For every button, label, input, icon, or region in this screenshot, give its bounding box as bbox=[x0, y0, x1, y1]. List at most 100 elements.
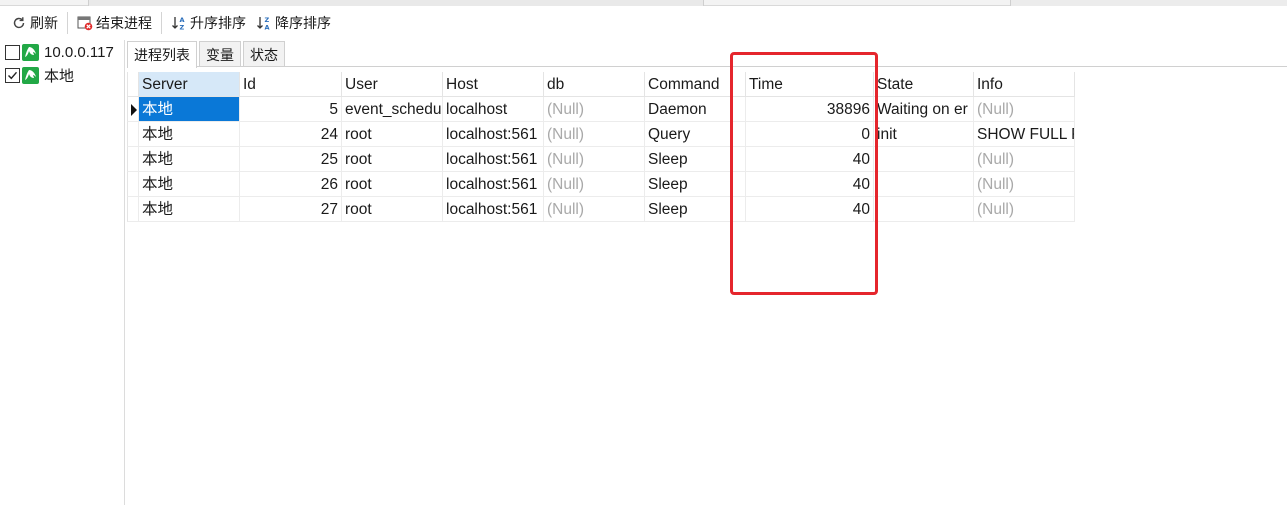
refresh-label: 刷新 bbox=[30, 15, 58, 31]
cell-command[interactable]: Daemon bbox=[645, 97, 746, 122]
kill-process-label: 结束进程 bbox=[96, 15, 152, 31]
cell-state[interactable] bbox=[874, 147, 974, 172]
refresh-button[interactable]: 刷新 bbox=[6, 10, 63, 36]
cell-time[interactable]: 40 bbox=[746, 172, 874, 197]
cell-state[interactable] bbox=[874, 197, 974, 222]
row-indicator-header bbox=[127, 72, 139, 97]
mysql-server-icon bbox=[22, 43, 39, 61]
cell-server[interactable]: 本地 bbox=[139, 172, 240, 197]
table-row[interactable]: 本地 25 root localhost:561 (Null) Sleep 40… bbox=[127, 147, 1075, 172]
kill-process-button[interactable]: 结束进程 bbox=[72, 10, 157, 36]
cell-command[interactable]: Query bbox=[645, 122, 746, 147]
server-tree-panel: 10.0.0.117 本地 bbox=[0, 40, 125, 505]
cell-info[interactable]: (Null) bbox=[974, 172, 1075, 197]
cell-info[interactable]: (Null) bbox=[974, 97, 1075, 122]
current-row-arrow-icon bbox=[131, 104, 137, 116]
toolbar-separator bbox=[67, 12, 68, 34]
kill-process-icon bbox=[77, 15, 93, 31]
cell-host[interactable]: localhost:561 bbox=[443, 122, 544, 147]
cell-state[interactable] bbox=[874, 172, 974, 197]
tree-item-server-1[interactable]: 10.0.0.117 bbox=[5, 41, 114, 63]
grid-header: Server Id User Host db Command Time Stat… bbox=[127, 72, 1075, 97]
table-row[interactable]: 本地 26 root localhost:561 (Null) Sleep 40… bbox=[127, 172, 1075, 197]
tree-item-label: 10.0.0.117 bbox=[44, 43, 114, 61]
cell-user[interactable]: root bbox=[342, 122, 443, 147]
sort-ascending-label: 升序排序 bbox=[190, 15, 246, 31]
mysql-server-icon bbox=[22, 66, 39, 84]
column-header-info[interactable]: Info bbox=[974, 72, 1075, 97]
cell-info[interactable]: SHOW FULL P bbox=[974, 122, 1075, 147]
cell-id[interactable]: 5 bbox=[240, 97, 342, 122]
cell-command[interactable]: Sleep bbox=[645, 172, 746, 197]
table-row[interactable]: 本地 27 root localhost:561 (Null) Sleep 40… bbox=[127, 197, 1075, 222]
cell-user[interactable]: root bbox=[342, 197, 443, 222]
cell-server[interactable]: 本地 bbox=[139, 197, 240, 222]
cell-db[interactable]: (Null) bbox=[544, 172, 645, 197]
cell-server[interactable]: 本地 bbox=[139, 122, 240, 147]
cell-user[interactable]: root bbox=[342, 147, 443, 172]
toolbar: 刷新 结束进程 AZ 升序排序 ZA 降序排序 bbox=[0, 6, 1287, 40]
svg-text:A: A bbox=[265, 24, 270, 32]
row-indicator bbox=[127, 122, 139, 147]
cell-command[interactable]: Sleep bbox=[645, 197, 746, 222]
cell-time[interactable]: 0 bbox=[746, 122, 874, 147]
column-header-server[interactable]: Server bbox=[139, 72, 240, 97]
tab-status[interactable]: 状态 bbox=[243, 41, 285, 67]
cell-server[interactable]: 本地 bbox=[139, 97, 240, 122]
cell-host[interactable]: localhost:561 bbox=[443, 197, 544, 222]
table-row[interactable]: 本地 24 root localhost:561 (Null) Query 0 … bbox=[127, 122, 1075, 147]
cell-db[interactable]: (Null) bbox=[544, 122, 645, 147]
column-header-id[interactable]: Id bbox=[240, 72, 342, 97]
process-grid: Server Id User Host db Command Time Stat… bbox=[127, 72, 1075, 222]
cell-host[interactable]: localhost:561 bbox=[443, 147, 544, 172]
sort-ascending-icon: AZ bbox=[171, 15, 187, 31]
cell-time[interactable]: 40 bbox=[746, 197, 874, 222]
sort-ascending-button[interactable]: AZ 升序排序 bbox=[166, 10, 251, 36]
check-icon bbox=[8, 71, 18, 79]
cell-host[interactable]: localhost:561 bbox=[443, 172, 544, 197]
cell-db[interactable]: (Null) bbox=[544, 197, 645, 222]
cell-user[interactable]: event_schedu bbox=[342, 97, 443, 122]
column-header-command[interactable]: Command bbox=[645, 72, 746, 97]
tab-divider bbox=[127, 66, 1287, 67]
table-row[interactable]: 本地 5 event_schedu localhost (Null) Daemo… bbox=[127, 97, 1075, 122]
sort-descending-icon: ZA bbox=[256, 15, 272, 31]
column-header-host[interactable]: Host bbox=[443, 72, 544, 97]
cell-server[interactable]: 本地 bbox=[139, 147, 240, 172]
row-indicator bbox=[127, 97, 139, 122]
cell-id[interactable]: 27 bbox=[240, 197, 342, 222]
column-header-time[interactable]: Time bbox=[746, 72, 874, 97]
cell-id[interactable]: 26 bbox=[240, 172, 342, 197]
row-indicator bbox=[127, 147, 139, 172]
cell-state[interactable]: Waiting on er bbox=[874, 97, 974, 122]
cell-time[interactable]: 40 bbox=[746, 147, 874, 172]
sort-descending-button[interactable]: ZA 降序排序 bbox=[251, 10, 336, 36]
server-checkbox[interactable] bbox=[5, 44, 20, 60]
cell-id[interactable]: 25 bbox=[240, 147, 342, 172]
svg-text:Z: Z bbox=[180, 24, 185, 32]
row-indicator bbox=[127, 172, 139, 197]
toolbar-separator bbox=[161, 12, 162, 34]
server-checkbox[interactable] bbox=[5, 67, 20, 83]
cell-user[interactable]: root bbox=[342, 172, 443, 197]
cell-state[interactable]: init bbox=[874, 122, 974, 147]
tree-item-server-2[interactable]: 本地 bbox=[5, 64, 74, 86]
refresh-icon bbox=[11, 15, 27, 31]
column-header-user[interactable]: User bbox=[342, 72, 443, 97]
column-header-db[interactable]: db bbox=[544, 72, 645, 97]
tree-item-label: 本地 bbox=[44, 67, 75, 85]
cell-info[interactable]: (Null) bbox=[974, 197, 1075, 222]
column-header-state[interactable]: State bbox=[874, 72, 974, 97]
cell-command[interactable]: Sleep bbox=[645, 147, 746, 172]
row-indicator bbox=[127, 197, 139, 222]
sort-descending-label: 降序排序 bbox=[275, 15, 331, 31]
tab-variables[interactable]: 变量 bbox=[199, 41, 241, 67]
tab-process-list[interactable]: 进程列表 bbox=[127, 41, 197, 68]
cell-info[interactable]: (Null) bbox=[974, 147, 1075, 172]
cell-db[interactable]: (Null) bbox=[544, 97, 645, 122]
cell-host[interactable]: localhost bbox=[443, 97, 544, 122]
cell-id[interactable]: 24 bbox=[240, 122, 342, 147]
cell-db[interactable]: (Null) bbox=[544, 147, 645, 172]
view-tabs: 进程列表 变量 状态 bbox=[127, 41, 287, 68]
cell-time[interactable]: 38896 bbox=[746, 97, 874, 122]
